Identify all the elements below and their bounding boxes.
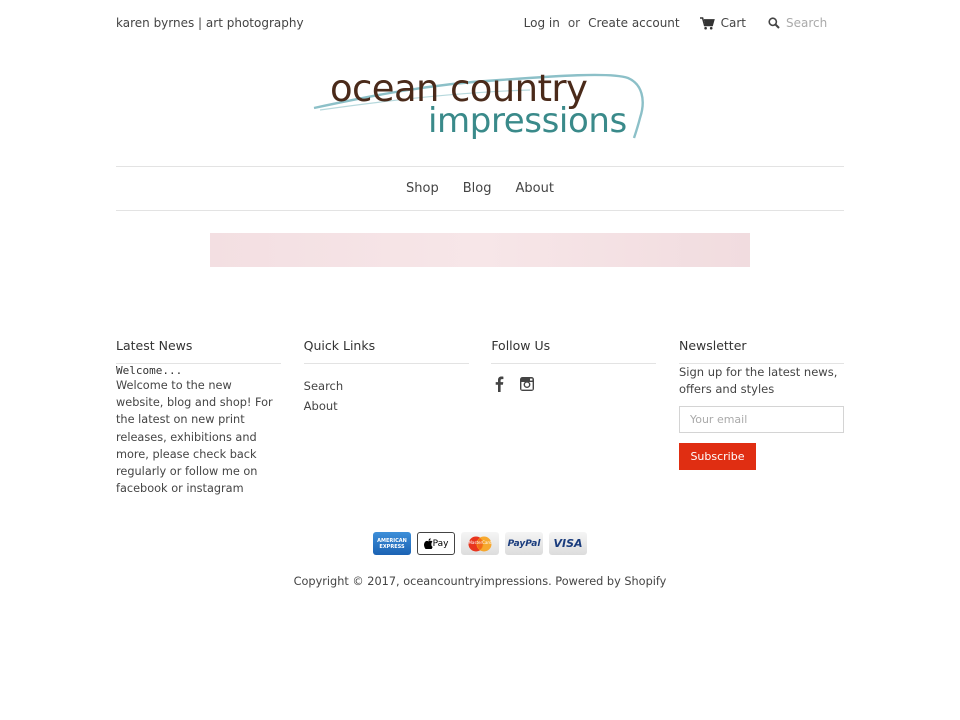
subscribe-button[interactable]: Subscribe — [678, 443, 756, 470]
visa-icon: VISA — [549, 532, 587, 555]
follow-us-column: Follow Us — [491, 338, 657, 497]
paypal-icon: PayPal — [505, 532, 543, 555]
logo-line2: impressions — [428, 101, 627, 141]
latest-news-column: Latest News Welcome... Welcome to the ne… — [116, 338, 281, 497]
nav-blog[interactable]: Blog — [463, 181, 492, 196]
main-nav: Shop Blog About — [116, 166, 844, 211]
apple-pay-label: Pay — [432, 538, 449, 549]
cart-label: Cart — [720, 16, 746, 30]
cart-icon — [699, 16, 715, 29]
account-links: Log in or Create account Cart — [524, 16, 844, 30]
visa-label: VISA — [553, 537, 583, 550]
search-box — [768, 16, 844, 30]
amex-label: AMERICAN EXPRESS — [377, 537, 407, 550]
login-link[interactable]: Log in — [524, 16, 560, 30]
apple-pay-icon: Pay — [417, 532, 455, 555]
or-separator: or — [567, 16, 581, 30]
quick-link-about[interactable]: About — [304, 397, 469, 417]
quick-links-heading: Quick Links — [303, 338, 469, 364]
paypal-label: PayPal — [507, 538, 541, 549]
apple-logo-icon — [423, 538, 433, 549]
search-input[interactable] — [786, 16, 844, 30]
quick-links-column: Quick Links Search About — [303, 338, 469, 497]
copyright-text: Copyright © 2017, oceancountryimpression… — [293, 575, 667, 588]
facebook-icon[interactable] — [491, 376, 507, 392]
instagram-icon[interactable] — [519, 376, 535, 392]
site-logo[interactable]: ocean country impressions — [310, 66, 650, 148]
payment-icons: AMERICAN EXPRESS Pay MasterCard PayPal V… — [0, 532, 960, 555]
follow-us-heading: Follow Us — [491, 338, 657, 364]
cart-link[interactable]: Cart — [699, 16, 746, 30]
mastercard-icon: MasterCard — [461, 532, 499, 555]
newsletter-column: Newsletter Sign up for the latest news, … — [678, 338, 844, 497]
top-bar: karen byrnes | art photography Log in or… — [116, 0, 844, 46]
amex-icon: AMERICAN EXPRESS — [373, 532, 411, 555]
create-account-link[interactable]: Create account — [588, 16, 680, 30]
news-post-body: Welcome to the new website, blog and sho… — [116, 379, 273, 496]
news-post-title[interactable]: Welcome... — [116, 364, 281, 377]
social-links — [491, 376, 656, 392]
latest-news-heading: Latest News — [116, 338, 281, 364]
newsletter-heading: Newsletter — [678, 338, 844, 364]
mastercard-label: MasterCard — [468, 540, 492, 545]
nav-about[interactable]: About — [516, 181, 554, 196]
quick-links-list: Search About — [304, 377, 469, 416]
hero-banner-image — [210, 233, 750, 267]
search-icon[interactable] — [768, 17, 780, 29]
site-tagline: karen byrnes | art photography — [116, 16, 304, 30]
footer-columns: Latest News Welcome... Welcome to the ne… — [116, 338, 844, 497]
newsletter-text: Sign up for the latest news, offers and … — [678, 365, 838, 396]
page: karen byrnes | art photography Log in or… — [0, 0, 960, 720]
quick-link-search[interactable]: Search — [304, 377, 469, 397]
newsletter-email-field[interactable] — [678, 406, 844, 433]
nav-shop[interactable]: Shop — [406, 181, 439, 196]
